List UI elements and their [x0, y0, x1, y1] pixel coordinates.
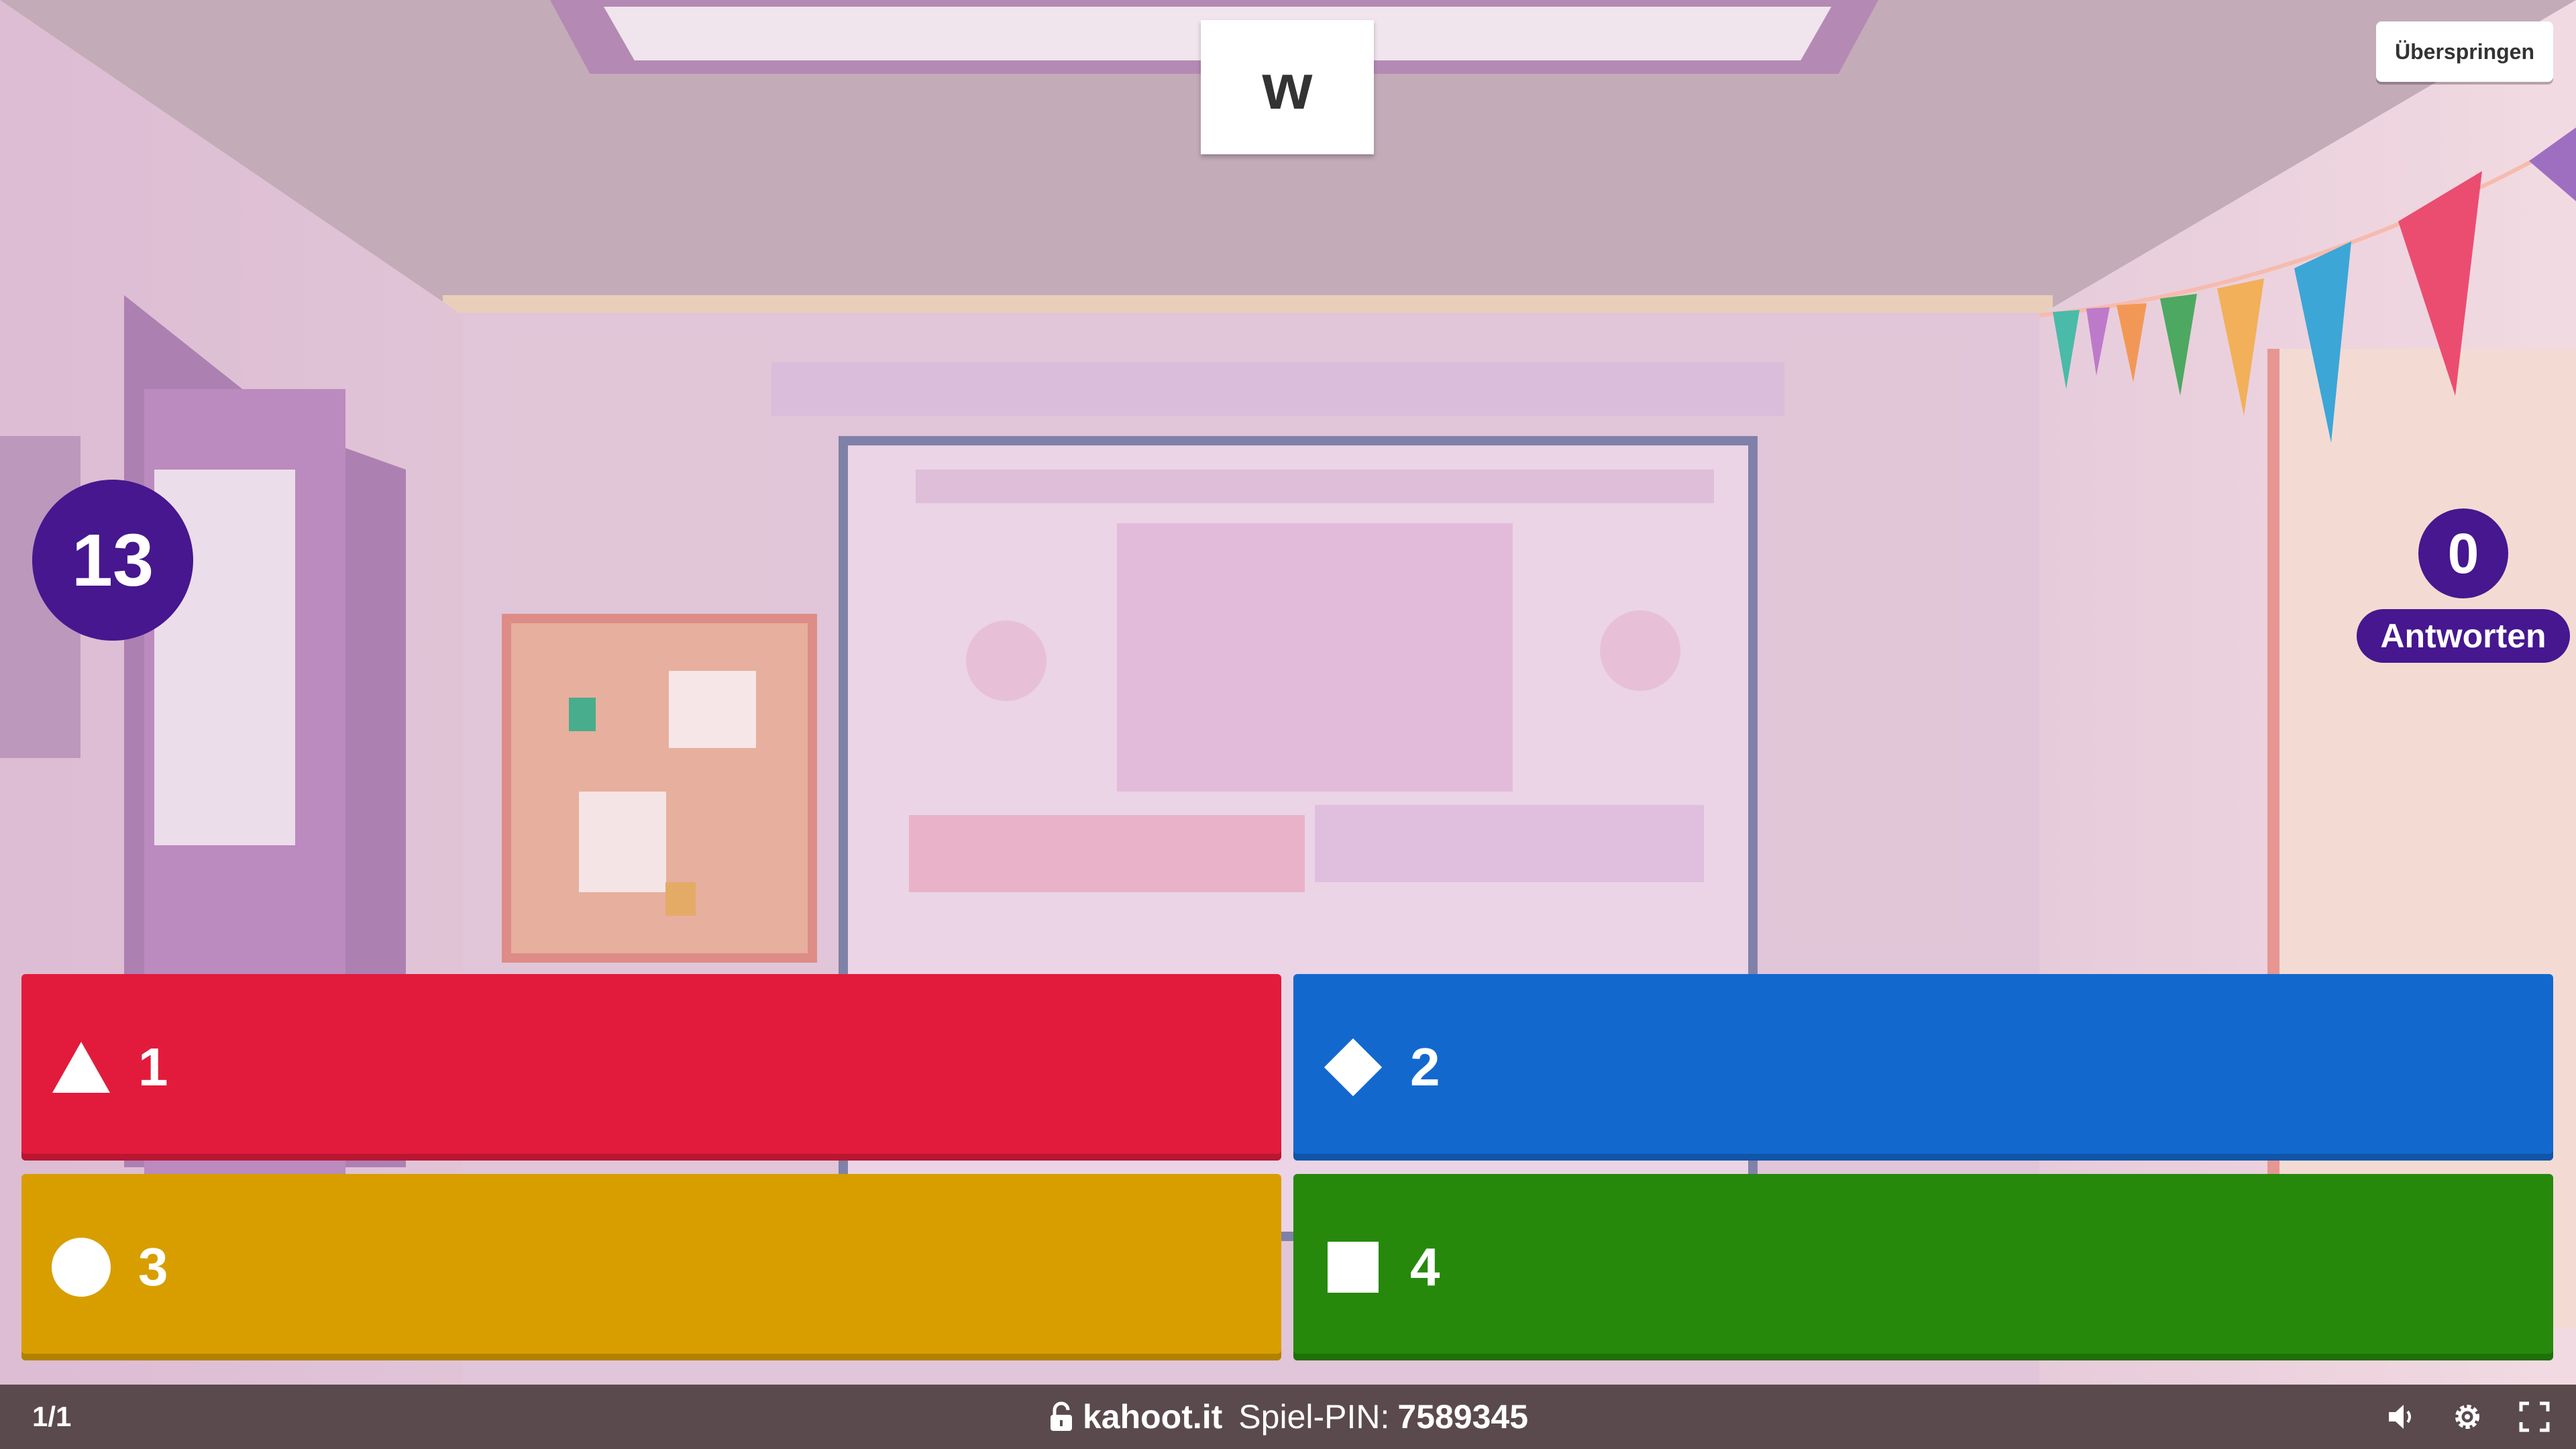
answer-label: 4 — [1410, 1237, 1440, 1297]
game-info: kahoot.it Spiel-PIN: 7589345 — [0, 1385, 2576, 1449]
answer-label: 2 — [1410, 1037, 1440, 1097]
triangle-icon — [51, 1037, 111, 1097]
answer-option-2[interactable]: 2 — [1293, 974, 2553, 1161]
volume-icon[interactable] — [2383, 1399, 2418, 1434]
answer-option-3[interactable]: 3 — [21, 1174, 1281, 1360]
answer-label: 1 — [138, 1037, 168, 1097]
lock-icon — [1050, 1401, 1072, 1431]
answers-count: 0 — [2418, 508, 2508, 598]
pin-label: Spiel-PIN: — [1238, 1398, 1390, 1436]
skip-button[interactable]: Überspringen — [2376, 21, 2553, 82]
question-title: w — [1201, 20, 1374, 154]
circle-icon — [51, 1237, 111, 1297]
countdown-timer: 13 — [32, 480, 193, 641]
game-pin: 7589345 — [1397, 1398, 1529, 1436]
answers-label: Antworten — [2357, 609, 2570, 663]
answer-option-1[interactable]: 1 — [21, 974, 1281, 1161]
site-name: kahoot.it — [1082, 1398, 1223, 1436]
footer-bar: 1/1 kahoot.it Spiel-PIN: 7589345 — [0, 1385, 2576, 1449]
gear-icon[interactable] — [2450, 1399, 2485, 1434]
diamond-icon — [1323, 1037, 1383, 1097]
answer-option-4[interactable]: 4 — [1293, 1174, 2553, 1360]
fullscreen-icon[interactable] — [2517, 1399, 2552, 1434]
answer-label: 3 — [138, 1237, 168, 1297]
square-icon — [1323, 1237, 1383, 1297]
